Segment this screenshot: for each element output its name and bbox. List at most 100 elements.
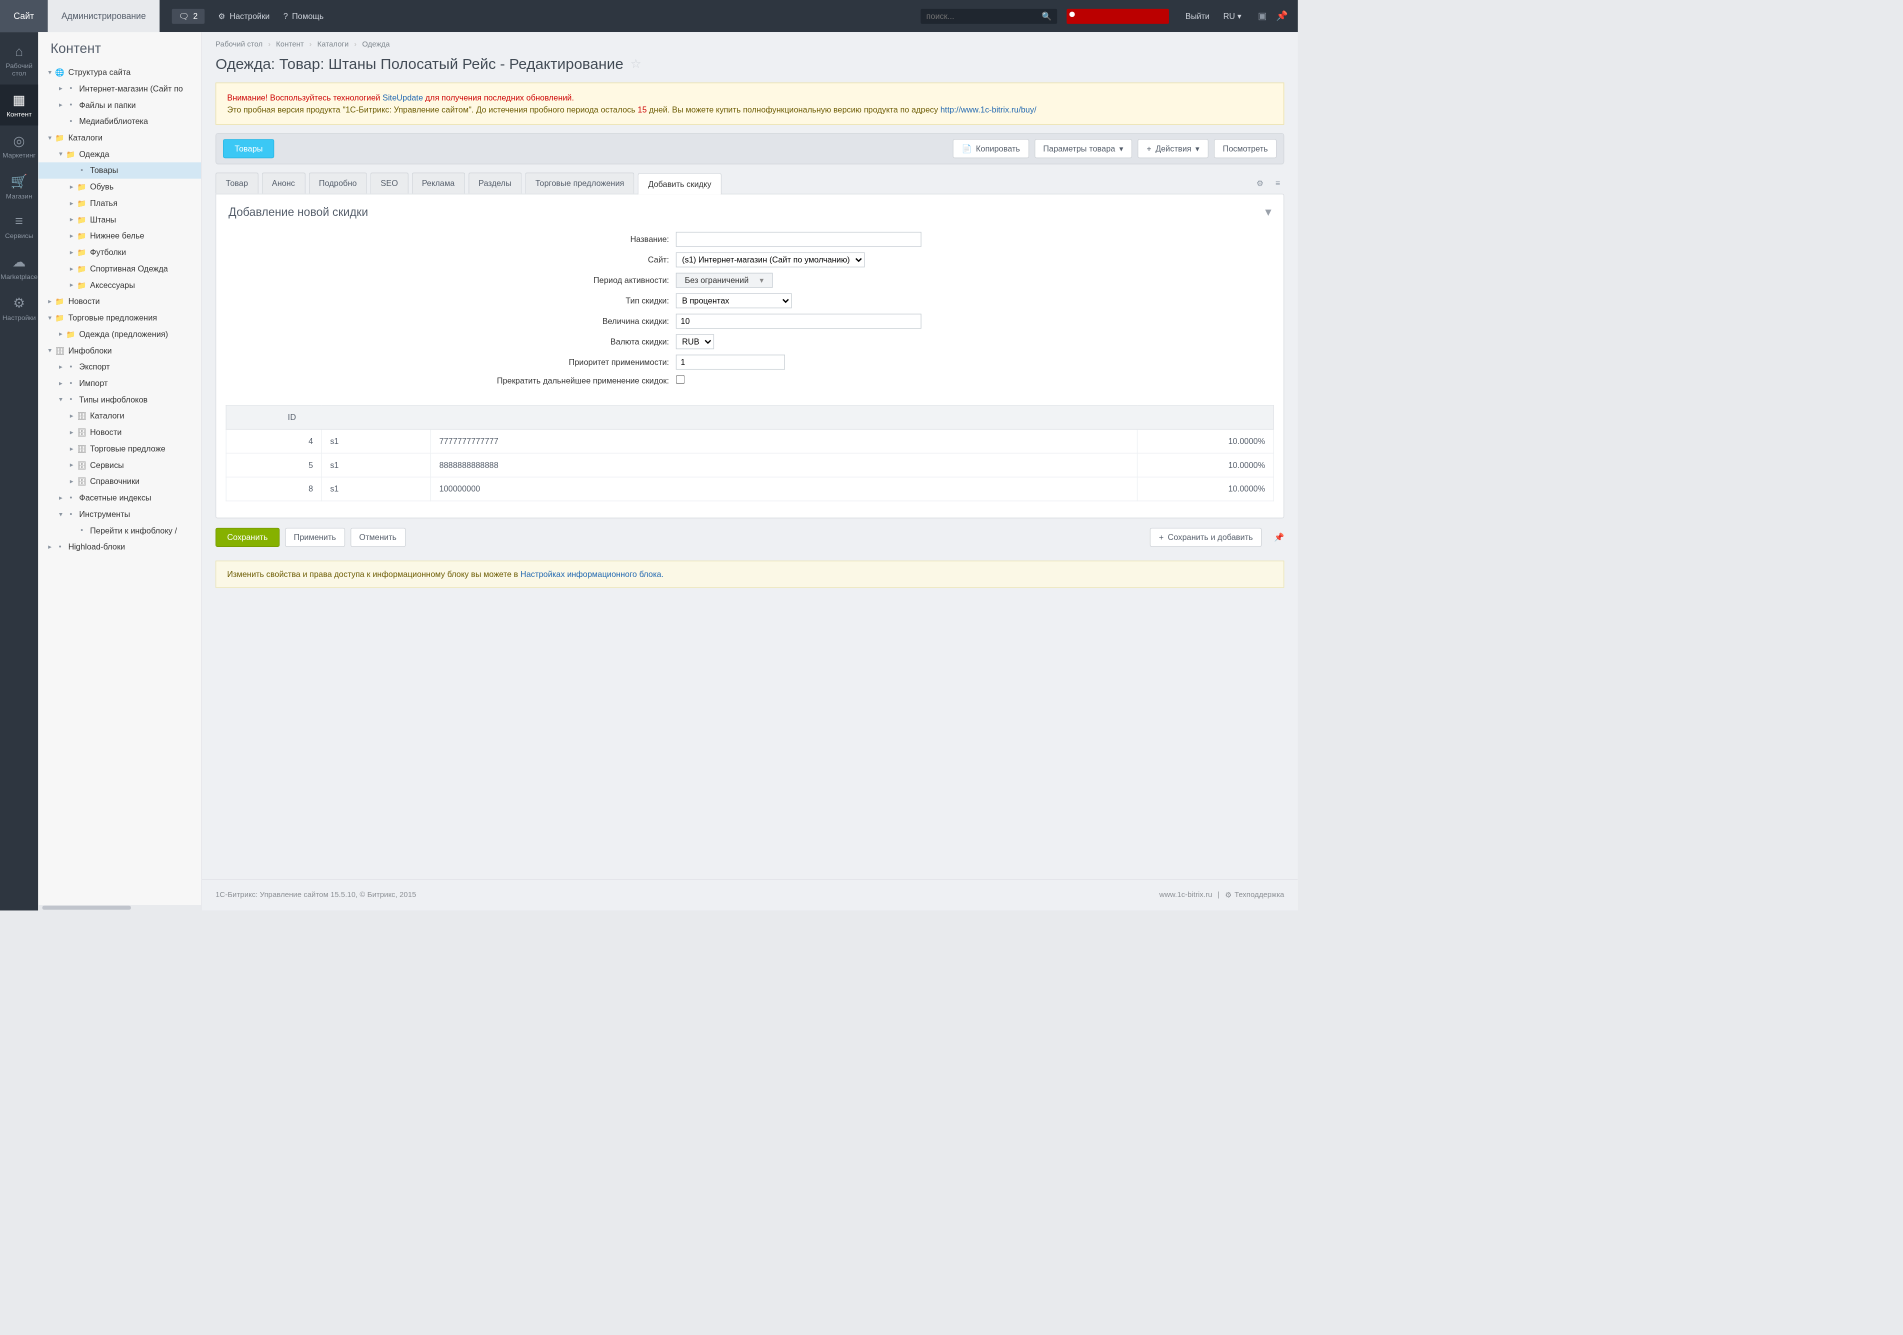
tree-import[interactable]: ▸•Импорт [38, 375, 201, 391]
tree-type-torg[interactable]: ▸🗄Торговые предложе [38, 441, 201, 457]
tree-type-catalogs[interactable]: ▸🗄Каталоги [38, 408, 201, 424]
tree-torg-clothes[interactable]: ▸📁Одежда (предложения) [38, 326, 201, 342]
tree-news-root[interactable]: ▸📁Новости [38, 293, 201, 309]
tree-clothes[interactable]: ▾📁Одежда [38, 146, 201, 162]
window-icon[interactable]: ▣ [1258, 10, 1267, 22]
pin-icon[interactable]: 📌 [1274, 533, 1284, 543]
settings-link[interactable]: ⚙ Настройки [218, 11, 270, 21]
tree-types[interactable]: ▾•Типы инфоблоков [38, 391, 201, 407]
table-row[interactable]: 5s1888888888888810.0000% [226, 453, 1274, 477]
tabs-gear-icon[interactable]: ⚙ [1252, 174, 1268, 192]
actions-button[interactable]: +Действия▾ [1138, 139, 1209, 158]
tree-label: Одежда (предложения) [79, 329, 168, 339]
tree-platya[interactable]: ▸📁Платья [38, 195, 201, 211]
search-input[interactable] [926, 11, 1041, 21]
table-row[interactable]: 4s1777777777777710.0000% [226, 429, 1274, 453]
rail-marketplace[interactable]: ☁Marketplace [0, 247, 38, 288]
period-value: Без ограничений [685, 276, 749, 286]
footer-support-link[interactable]: Техподдержка [1234, 891, 1284, 900]
tab-tovar[interactable]: Товар [216, 173, 259, 194]
tab-reklama[interactable]: Реклама [412, 173, 465, 194]
tab-admin[interactable]: Администрирование [48, 0, 160, 32]
infoblock-settings-link[interactable]: Настройках информационного блока. [520, 569, 663, 579]
view-button[interactable]: Посмотреть [1214, 139, 1277, 158]
tree-obuv[interactable]: ▸📁Обувь [38, 179, 201, 195]
tree-catalogs[interactable]: ▾📁Каталоги [38, 130, 201, 146]
tab-site[interactable]: Сайт [0, 0, 48, 32]
tree-nizhnee[interactable]: ▸📁Нижнее белье [38, 228, 201, 244]
cancel-button[interactable]: Отменить [350, 528, 405, 547]
search-box[interactable]: 🔍 [921, 9, 1057, 24]
tree-h-scrollbar[interactable] [38, 905, 201, 910]
select-currency[interactable]: RUB [676, 334, 714, 349]
tree-aksessuary[interactable]: ▸📁Аксессуары [38, 277, 201, 293]
select-site[interactable]: (s1) Интернет-магазин (Сайт по умолчанию… [676, 252, 865, 267]
copy-button[interactable]: 📄Копировать [953, 139, 1029, 158]
rail-marketing[interactable]: ◎Маркетинг [0, 125, 38, 166]
period-button[interactable]: Без ограничений▾ [676, 273, 773, 288]
save-and-add-button[interactable]: +Сохранить и добавить [1150, 528, 1262, 547]
tree-export[interactable]: ▸•Экспорт [38, 359, 201, 375]
tabs-menu-icon[interactable]: ≡ [1271, 174, 1284, 192]
tree-files[interactable]: ▸•Файлы и папки [38, 97, 201, 113]
tree-tools[interactable]: ▾•Инструменты [38, 506, 201, 522]
pin-icon[interactable]: 📌 [1276, 10, 1288, 22]
tab-torg[interactable]: Торговые предложения [525, 173, 634, 194]
rail-services[interactable]: ≡Сервисы [0, 207, 38, 247]
buy-link[interactable]: http://www.1c-bitrix.ru/buy/ [940, 105, 1036, 115]
cell-name: 100000000 [431, 477, 1138, 501]
tree-type-news[interactable]: ▸🗄Новости [38, 424, 201, 440]
tree-media[interactable]: •Медиабиблиотека [38, 113, 201, 129]
tree-type-services[interactable]: ▸🗄Сервисы [38, 457, 201, 473]
select-type[interactable]: В процентах [676, 293, 792, 308]
checkbox-stop[interactable] [676, 375, 685, 384]
tovary-button[interactable]: Товары [223, 139, 274, 158]
bc-content[interactable]: Контент [276, 40, 304, 48]
params-button[interactable]: Параметры товара▾ [1034, 139, 1132, 158]
table-row[interactable]: 8s110000000010.0000% [226, 477, 1274, 501]
tree-torg-root[interactable]: ▾📁Торговые предложения [38, 310, 201, 326]
user-badge[interactable] [1067, 9, 1169, 24]
apply-button[interactable]: Применить [285, 528, 345, 547]
star-icon[interactable]: ☆ [630, 57, 641, 71]
bc-clothes[interactable]: Одежда [362, 40, 390, 48]
tree-label: Каталоги [90, 411, 124, 421]
input-priority[interactable] [676, 355, 785, 370]
tree-type-ref[interactable]: ▸🗄Справочники [38, 473, 201, 489]
rail-label: Рабочий стол [6, 63, 33, 78]
footer-site-link[interactable]: www.1c-bitrix.ru [1159, 891, 1212, 900]
tree-futbolki[interactable]: ▸📁Футболки [38, 244, 201, 260]
bc-catalogs[interactable]: Каталоги [317, 40, 348, 48]
rail-desktop[interactable]: ⌂Рабочий стол [0, 38, 38, 85]
rail-settings[interactable]: ⚙Настройки [0, 288, 38, 329]
lang-switch[interactable]: RU ▾ [1216, 11, 1248, 21]
tree-highload[interactable]: ▸•Highload-блоки [38, 539, 201, 555]
input-value[interactable] [676, 314, 922, 329]
tree-infoblocks[interactable]: ▾🗄Инфоблоки [38, 342, 201, 358]
tree-facet[interactable]: ▸•Фасетные индексы [38, 490, 201, 506]
logout-button[interactable]: Выйти [1179, 11, 1217, 21]
tree-sport[interactable]: ▸📁Спортивная Одежда [38, 261, 201, 277]
tree-goto-infoblock[interactable]: •Перейти к инфоблоку / [38, 522, 201, 538]
tree-shtany[interactable]: ▸📁Штаны [38, 211, 201, 227]
search-icon[interactable]: 🔍 [1041, 11, 1051, 21]
tab-razdely[interactable]: Разделы [468, 173, 521, 194]
siteupdate-link[interactable]: SiteUpdate [383, 93, 423, 103]
input-name[interactable] [676, 232, 922, 247]
tab-seo[interactable]: SEO [370, 173, 408, 194]
notifications-button[interactable]: 🗨 2 [172, 9, 205, 24]
tab-detail[interactable]: Подробно [309, 173, 367, 194]
collapse-icon[interactable]: ▾ [1265, 205, 1271, 219]
tree-tovary[interactable]: •Товары [38, 162, 201, 178]
rail-store[interactable]: 🛒Магазин [0, 166, 38, 207]
tab-anons[interactable]: Анонс [262, 173, 306, 194]
rail-content[interactable]: ▦Контент [0, 85, 38, 126]
tree-structure[interactable]: ▾🌐Структура сайта [38, 64, 201, 80]
bc-desk[interactable]: Рабочий стол [216, 40, 263, 48]
tree-label: Фасетные индексы [79, 493, 151, 503]
tab-add-discount[interactable]: Добавить скидку [638, 173, 722, 194]
save-button[interactable]: Сохранить [216, 528, 280, 547]
tree-inet-shop[interactable]: ▸•Интернет-магазин (Сайт по [38, 80, 201, 96]
help-link[interactable]: ? Помощь [283, 11, 323, 21]
target-icon: ◎ [0, 132, 38, 149]
